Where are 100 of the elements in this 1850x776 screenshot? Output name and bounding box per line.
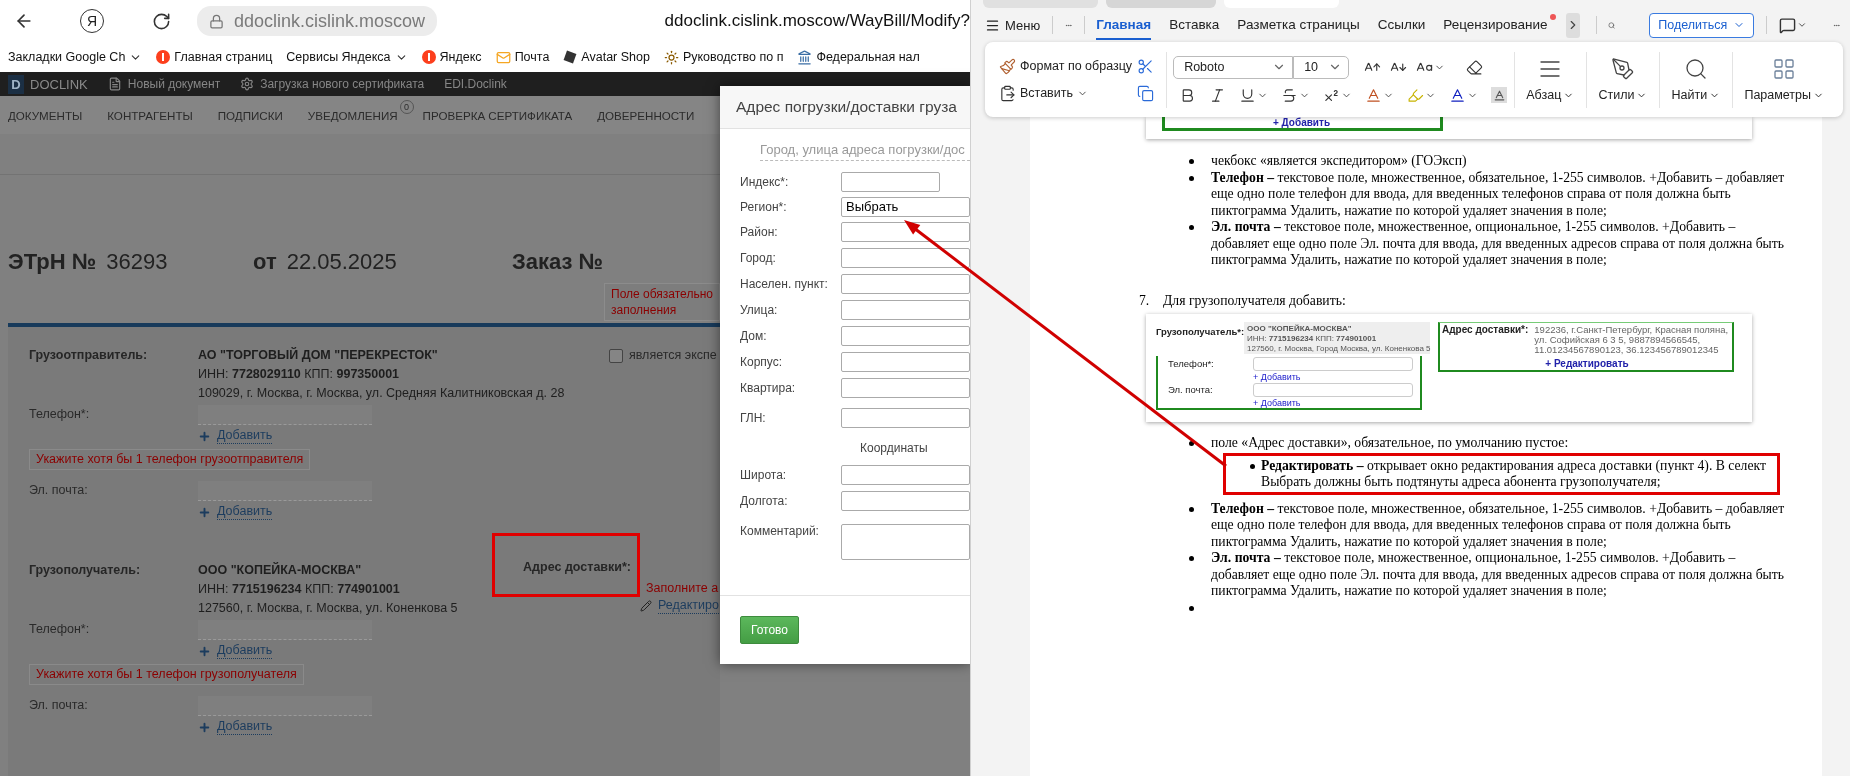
bookmark[interactable]: Закладки Google Ch <box>8 50 126 64</box>
format-painter-button[interactable]: Формат по образцу <box>999 57 1137 75</box>
input-field[interactable] <box>841 274 970 294</box>
input-field[interactable] <box>841 326 970 346</box>
text-area[interactable] <box>841 524 970 560</box>
field-label: Эл. почта: <box>29 482 89 499</box>
field-label: Долгота: <box>740 494 789 508</box>
nav-item[interactable]: КОНТРАГЕНТЫ <box>107 108 193 122</box>
input-field[interactable] <box>198 620 372 640</box>
nav-item[interactable]: ПРОВЕРКА СЕРТИФИКАТА <box>422 108 573 122</box>
ribbon-tab[interactable]: Главная <box>1096 10 1152 40</box>
field-label: Район: <box>740 225 779 239</box>
section-heading: Координаты <box>860 441 928 455</box>
error-message: Укажите хотя бы 1 телефон грузополучателя <box>29 664 304 685</box>
size-select[interactable]: 10 <box>1293 55 1350 79</box>
bookmark[interactable]: Яндекс <box>439 50 482 64</box>
font-color-icon <box>1449 86 1467 104</box>
bookmark[interactable]: Главная страниц <box>174 50 273 64</box>
toolbar-link[interactable]: Новый документ <box>127 77 221 91</box>
field-label: Грузополучатель*: <box>1156 325 1244 339</box>
shading-icon[interactable] <box>1491 87 1508 103</box>
field-label: Эл. почта: <box>29 697 89 714</box>
strikethrough-button[interactable] <box>1281 86 1311 104</box>
favicon-icon <box>156 50 171 64</box>
field-label: Комментарий: <box>740 524 820 538</box>
highlighter-button[interactable] <box>1407 86 1437 104</box>
toolbar-link[interactable]: EDI.Doclink <box>444 77 507 91</box>
bookmark[interactable]: Федеральная нал <box>816 50 920 64</box>
grid-icon <box>1772 57 1797 81</box>
bookmark[interactable]: Сервисы Яндекса <box>286 50 391 64</box>
text-effect-button[interactable] <box>1365 86 1395 104</box>
eraser-icon[interactable] <box>1466 58 1484 76</box>
input-field[interactable] <box>841 491 970 511</box>
page-title: ddoclink.cislink.moscow/WayBill/Modify? <box>664 11 970 31</box>
checkbox[interactable] <box>609 348 623 363</box>
input-field[interactable] <box>198 696 372 716</box>
ribbon-group-button[interactable]: Параметры <box>1739 57 1830 102</box>
company-address: 109029, г. Москва, г. Москва, ул. Средняя Калитниковская д. 28 <box>198 385 565 402</box>
input-field[interactable] <box>198 481 372 501</box>
field-label: Населен. пункт: <box>740 277 829 291</box>
paste-button[interactable]: Вставить <box>999 84 1137 102</box>
field-label: Адрес доставки*: <box>523 559 631 576</box>
comment-icon <box>1778 16 1796 34</box>
brand-name: DOCLINK <box>30 76 88 92</box>
share-button[interactable]: Поделиться <box>1649 12 1755 38</box>
input-field[interactable] <box>841 465 970 485</box>
field-label: Телефон*: <box>1168 359 1215 369</box>
date-label: от <box>253 249 277 275</box>
favicon-icon <box>563 50 578 64</box>
bullet-icon <box>1250 463 1255 469</box>
bookmark[interactable]: Avatar Shop <box>581 50 650 64</box>
strikethrough-icon <box>1281 86 1299 104</box>
input-field[interactable] <box>841 352 970 372</box>
ribbon-group-button[interactable]: Стили <box>1593 57 1653 102</box>
scroll-tabs-button[interactable] <box>1565 12 1580 38</box>
address-bar[interactable]: ddoclink.cislink.moscow <box>197 6 438 36</box>
input-field[interactable] <box>841 378 970 398</box>
company-name: ООО "КОПЕЙКА-МОСКВА" <box>1247 324 1353 334</box>
underline-button[interactable] <box>1239 86 1269 104</box>
ribbon-group-button[interactable]: Найти <box>1666 57 1726 102</box>
input-field[interactable] <box>198 405 372 425</box>
ribbon-tab[interactable]: Вставка <box>1169 10 1220 40</box>
select-field[interactable]: Выбрать <box>841 196 970 217</box>
company-details: ИНН: 7715196234 КПП: 774901001 <box>198 581 400 598</box>
field-label: Адрес доставки*: <box>1442 325 1529 337</box>
input-field[interactable] <box>841 300 970 320</box>
ribbon-tab[interactable]: Разметка страницы <box>1237 10 1360 40</box>
nav-item[interactable]: ДОКУМЕНТЫ <box>8 108 83 122</box>
comment-button[interactable] <box>1778 16 1807 34</box>
paragraph: Эл. почта – текстовое поле, множественное, опциональное, 1-255 символов. +Добавить – добавляет еще одно поле Эл. почта для ввода, для введенных адресов справа от поля должна быть пиктограмма Удалить, нажатие по которой удаляет значения в поле; <box>1211 219 1786 269</box>
favicon-icon <box>421 50 436 64</box>
bullet-icon <box>1189 159 1194 164</box>
nav-item[interactable]: ДОВЕРЕННОСТИ <box>597 108 695 122</box>
plus-icon <box>198 644 211 658</box>
toolbar-link[interactable]: Загрузка нового сертификата <box>260 77 425 91</box>
menu-button[interactable]: Меню <box>985 17 1041 33</box>
ribbon-group-button[interactable]: Абзац <box>1521 57 1580 102</box>
ribbon-tab[interactable]: Рецензирование <box>1443 10 1556 40</box>
paintbrush-icon <box>999 57 1016 75</box>
copy-icon[interactable] <box>1137 84 1154 102</box>
input-field[interactable] <box>841 248 970 268</box>
address-text: 192236, г.Санкт-Петербург, Красная поляна, ул. Софийская 6 3 5, 9887894566545, 11.01234567890123, 36.123456789012345 <box>1534 325 1730 355</box>
field-label: Эл. почта: <box>1168 385 1214 395</box>
input-field[interactable] <box>841 222 970 242</box>
error-text: Заполните а <box>646 580 719 597</box>
input-field[interactable] <box>841 171 940 192</box>
cut-icon[interactable] <box>1137 57 1154 75</box>
reload-icon[interactable] <box>152 11 171 31</box>
order-label: Заказ № <box>512 249 604 275</box>
emblem-icon <box>797 49 813 65</box>
caret-icon <box>1796 20 1807 30</box>
field-label: Корпус: <box>740 355 784 369</box>
bookmark[interactable]: Почта <box>514 50 550 64</box>
input-field[interactable] <box>841 408 970 428</box>
font-select[interactable]: Roboto <box>1173 55 1294 79</box>
ribbon-tab[interactable]: Ссылки <box>1377 10 1426 40</box>
bookmark[interactable]: Руководство по п <box>682 50 784 64</box>
font-color-button[interactable] <box>1449 86 1479 104</box>
nav-item[interactable]: ПОДПИСКИ <box>217 108 283 122</box>
number-value: 36293 <box>106 249 168 275</box>
